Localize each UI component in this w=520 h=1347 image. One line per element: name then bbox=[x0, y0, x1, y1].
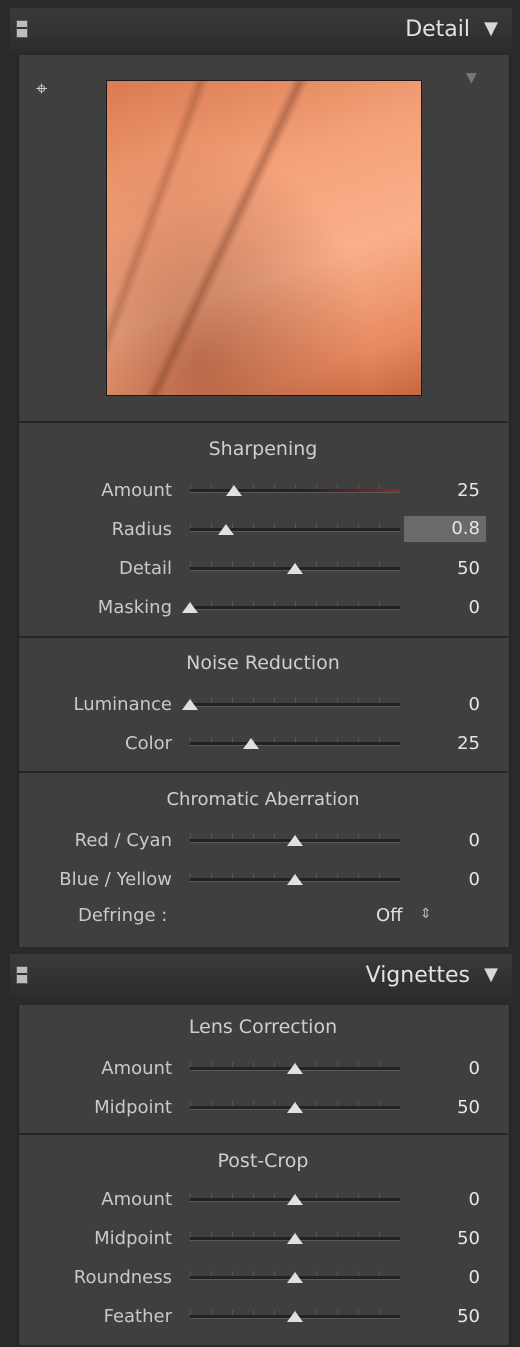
triangle-down-icon[interactable]: ▼ bbox=[484, 18, 498, 39]
noise-slider-track[interactable] bbox=[190, 703, 400, 707]
crosshair-icon[interactable]: ⌖ bbox=[36, 76, 56, 100]
sharpening-value-field[interactable]: 25 bbox=[457, 480, 480, 501]
noise-slider-thumb[interactable] bbox=[242, 738, 259, 749]
detail-panel-header[interactable]: Detail ▼ bbox=[10, 8, 512, 52]
sharpening-value-field[interactable]: 50 bbox=[457, 558, 480, 579]
updown-arrows-icon[interactable]: ⇕ bbox=[420, 906, 432, 922]
lens-slider-label: Midpoint bbox=[94, 1097, 172, 1118]
postcrop-slider-label: Midpoint bbox=[94, 1228, 172, 1249]
sharpening-slider-thumb[interactable] bbox=[287, 563, 303, 574]
postcrop-roundness-row: Roundness 0 bbox=[18, 1263, 508, 1293]
detail-panel-title: Detail bbox=[405, 17, 470, 42]
noise-value-field[interactable]: 25 bbox=[457, 733, 480, 754]
sharpening-slider-thumb[interactable] bbox=[217, 524, 234, 535]
sharpening-masking-row: Masking 0 bbox=[18, 593, 508, 623]
postcrop-feather-row: Feather 50 bbox=[18, 1302, 508, 1332]
lens-slider-thumb[interactable] bbox=[287, 1063, 303, 1074]
chromatic-slider-thumb[interactable] bbox=[287, 874, 303, 885]
noise-luminance-row: Luminance 0 bbox=[18, 690, 508, 720]
triangle-down-icon[interactable]: ▼ bbox=[484, 964, 498, 985]
noise-reduction-title: Noise Reduction bbox=[186, 652, 340, 674]
postcrop-slider-thumb[interactable] bbox=[287, 1272, 303, 1283]
defringe-select[interactable]: Off bbox=[376, 905, 403, 926]
noise-slider-label: Luminance bbox=[73, 694, 172, 715]
sharpening-slider-label: Detail bbox=[118, 558, 172, 579]
postcrop-slider-label: Roundness bbox=[73, 1267, 172, 1288]
noise-value-field[interactable]: 0 bbox=[469, 694, 480, 715]
detail-preview-image[interactable] bbox=[106, 80, 422, 396]
chromatic-blue-yellow-row: Blue / Yellow 0 bbox=[18, 865, 508, 895]
noise-slider-label: Color bbox=[125, 733, 172, 754]
sharpening-slider-thumb[interactable] bbox=[226, 485, 243, 496]
postcrop-amount-row: Amount 0 bbox=[18, 1185, 508, 1215]
lens-midpoint-row: Midpoint 50 bbox=[18, 1093, 508, 1123]
vignettes-panel-title: Vignettes bbox=[365, 963, 470, 988]
chromatic-aberration-title: Chromatic Aberration bbox=[166, 789, 360, 810]
chromatic-slider-label: Blue / Yellow bbox=[59, 869, 172, 890]
chromatic-value-field[interactable]: 0 bbox=[469, 869, 480, 890]
sharpening-value-field[interactable]: 0 bbox=[469, 597, 480, 618]
postcrop-midpoint-row: Midpoint 50 bbox=[18, 1224, 508, 1254]
noise-color-row: Color 25 bbox=[18, 729, 508, 759]
sharpening-value-field[interactable]: 0.8 bbox=[404, 516, 486, 542]
postcrop-value-field[interactable]: 0 bbox=[469, 1189, 480, 1210]
postcrop-value-field[interactable]: 50 bbox=[457, 1306, 480, 1327]
chromatic-slider-thumb[interactable] bbox=[287, 835, 303, 846]
noise-slider-thumb[interactable] bbox=[182, 699, 198, 710]
defringe-label: Defringe : bbox=[78, 905, 168, 926]
sharpening-detail-row: Detail 50 bbox=[18, 554, 508, 584]
postcrop-slider-thumb[interactable] bbox=[287, 1194, 303, 1205]
postcrop-value-field[interactable]: 50 bbox=[457, 1228, 480, 1249]
vignettes-panel-header[interactable]: Vignettes ▼ bbox=[10, 954, 512, 998]
panel-switch-icon[interactable] bbox=[16, 20, 28, 38]
sharpening-slider-track[interactable] bbox=[190, 489, 400, 493]
panel-switch-icon[interactable] bbox=[16, 966, 28, 984]
sharpening-slider-label: Radius bbox=[111, 519, 172, 540]
lens-slider-label: Amount bbox=[101, 1058, 172, 1079]
postcrop-slider-thumb[interactable] bbox=[287, 1233, 303, 1244]
lens-amount-row: Amount 0 bbox=[18, 1054, 508, 1084]
lens-slider-thumb[interactable] bbox=[287, 1102, 303, 1113]
postcrop-slider-label: Feather bbox=[103, 1306, 172, 1327]
chromatic-slider-label: Red / Cyan bbox=[74, 830, 172, 851]
sharpening-title: Sharpening bbox=[208, 438, 318, 460]
lens-correction-title: Lens Correction bbox=[188, 1016, 338, 1038]
chromatic-value-field[interactable]: 0 bbox=[469, 830, 480, 851]
triangle-down-icon[interactable]: ▼ bbox=[466, 70, 477, 86]
postcrop-slider-label: Amount bbox=[101, 1189, 172, 1210]
postcrop-slider-thumb[interactable] bbox=[287, 1311, 303, 1322]
sharpening-radius-row: Radius 0.8 bbox=[18, 515, 508, 545]
sharpening-amount-row: Amount 25 bbox=[18, 476, 508, 506]
sharpening-slider-label: Masking bbox=[97, 597, 172, 618]
sharpening-slider-track[interactable] bbox=[190, 606, 400, 610]
lens-value-field[interactable]: 50 bbox=[457, 1097, 480, 1118]
lens-value-field[interactable]: 0 bbox=[469, 1058, 480, 1079]
chromatic-red-cyan-row: Red / Cyan 0 bbox=[18, 826, 508, 856]
sharpening-slider-label: Amount bbox=[101, 480, 172, 501]
post-crop-title: Post-Crop bbox=[217, 1150, 309, 1172]
postcrop-value-field[interactable]: 0 bbox=[469, 1267, 480, 1288]
sharpening-slider-thumb[interactable] bbox=[182, 602, 198, 613]
noise-slider-track[interactable] bbox=[190, 742, 400, 746]
